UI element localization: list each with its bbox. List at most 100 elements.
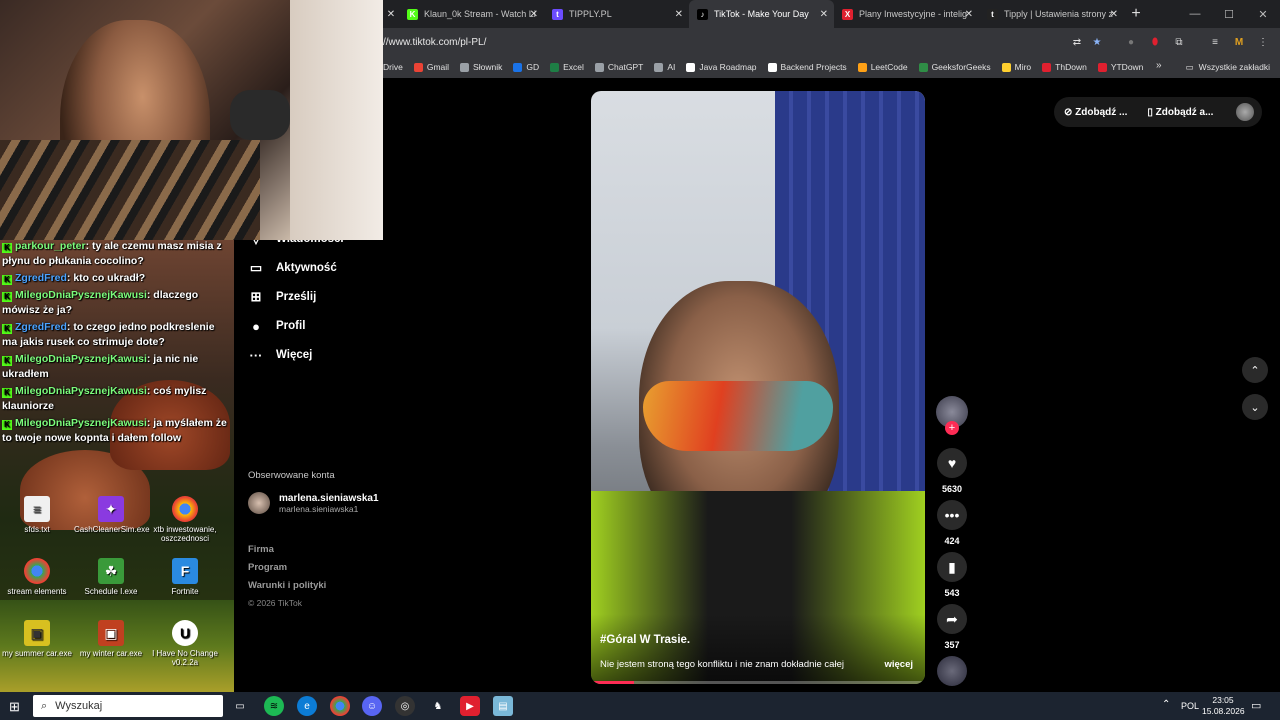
bookmark-item[interactable]: Słownik: [460, 62, 502, 72]
chat-username[interactable]: ZgredFred: [15, 321, 67, 333]
bookmark-item[interactable]: ThDown: [1042, 62, 1087, 72]
bookmark-item[interactable]: GD: [513, 62, 539, 72]
desktop-icon[interactable]: ✦ CashCleanerSim.exe: [74, 496, 150, 534]
address-bar[interactable]: //www.tiktok.com/pl-PL/ ⇄ ★ ● ⬮ ⧉ ≡ M ⋮: [383, 28, 1280, 56]
game-launcher-icon[interactable]: ♞: [428, 696, 448, 716]
footer-link-terms[interactable]: Warunki i polityki: [248, 580, 326, 591]
chat-text: kto co ukradł?: [73, 272, 146, 284]
get-coins-button[interactable]: ⊘ Zdobądź ...: [1064, 107, 1127, 118]
chat-username[interactable]: MilegoDniaPysznejKawusi: [15, 385, 147, 397]
bookmark-item[interactable]: Java Roadmap: [686, 62, 757, 72]
opera-icon[interactable]: ⬮: [1147, 34, 1163, 50]
video-progress-track[interactable]: [591, 681, 925, 684]
get-app-button[interactable]: ▯ Zdobądź a...: [1147, 107, 1213, 118]
bookmarks-overflow-icon[interactable]: »: [1156, 60, 1162, 71]
close-icon[interactable]: ✕: [820, 9, 828, 20]
bookmark-item[interactable]: Excel: [550, 62, 584, 72]
nav-item-upload[interactable]: ⊞ Prześlij: [248, 289, 317, 305]
share-button[interactable]: ➦ 357: [934, 604, 970, 650]
next-video-button[interactable]: ⌄: [1242, 394, 1268, 420]
video-player[interactable]: #Góral W Trasie. Nie jestem stroną tego …: [591, 91, 925, 684]
footer-link-company[interactable]: Firma: [248, 544, 274, 555]
video-title[interactable]: #Góral W Trasie.: [600, 634, 690, 646]
youtube-icon[interactable]: ▶: [460, 696, 480, 716]
notification-icon[interactable]: ▭: [1251, 699, 1261, 712]
avatar[interactable]: [1236, 103, 1254, 121]
close-icon[interactable]: ✕: [383, 9, 399, 20]
desktop-icon[interactable]: xtb inwestowanie, oszczednosci: [148, 496, 222, 543]
more-button[interactable]: więcej: [884, 659, 913, 670]
nav-item-profile[interactable]: ● Profil: [248, 319, 305, 334]
bookmark-item[interactable]: LeetCode: [857, 62, 908, 72]
like-button[interactable]: ♥ 5630: [934, 448, 970, 494]
close-icon[interactable]: ✕: [1110, 9, 1118, 20]
bookmark-item[interactable]: ChatGPT: [594, 62, 643, 72]
profile-avatar-icon[interactable]: M: [1231, 34, 1247, 50]
discord-icon[interactable]: ☺: [362, 696, 382, 716]
browser-tab[interactable]: X Plany Inwestycyjne - intelig ✕: [834, 0, 979, 28]
url-text[interactable]: //www.tiktok.com/pl-PL/: [383, 37, 486, 48]
chrome-icon[interactable]: [330, 696, 350, 716]
chrome-icon: [24, 558, 50, 584]
minimize-button[interactable]: —: [1178, 0, 1212, 28]
chat-username[interactable]: MilegoDniaPysznejKawusi: [15, 289, 147, 301]
bookmark-item[interactable]: YTDown: [1097, 62, 1143, 72]
bookmark-item[interactable]: Gmail: [413, 62, 449, 72]
browser-tab-bar: ✕ K Klaun_0k Stream - Watch Li ✕ t TIPPLY.PL…: [383, 0, 1280, 28]
browser-tab[interactable]: t TIPPLY.PL ✕: [544, 0, 689, 28]
extensions-puzzle-icon[interactable]: ⧉: [1171, 34, 1187, 50]
desktop-icon[interactable]: stream elements: [0, 558, 74, 596]
windows-start-icon[interactable]: ⊞: [9, 699, 20, 715]
taskbar-search[interactable]: ⌕ Wyszukaj: [33, 695, 223, 717]
bookmark-item[interactable]: Drive: [383, 62, 403, 72]
chat-username[interactable]: MilegoDniaPysznejKawusi: [15, 353, 147, 365]
translate-icon[interactable]: ⇄: [1069, 34, 1085, 50]
spotify-icon[interactable]: ≋: [264, 696, 284, 716]
browser-tab[interactable]: K Klaun_0k Stream - Watch Li ✕: [399, 0, 544, 28]
tray-overflow-icon[interactable]: ⌃: [1162, 699, 1170, 710]
desktop-icon[interactable]: F Fortnite: [148, 558, 222, 596]
save-button[interactable]: ▮ 543: [934, 552, 970, 598]
chat-username[interactable]: parkour_peter: [15, 240, 86, 252]
desktop-icon[interactable]: ▣ my summer car.exe: [0, 620, 74, 658]
desktop-icon[interactable]: ▣ my winter car.exe: [74, 620, 148, 658]
browser-tab[interactable]: t Tipply | Ustawienia strony z ✕: [979, 0, 1124, 28]
comment-button[interactable]: ••• 424: [934, 500, 970, 546]
nav-item-more[interactable]: ··· Więcej: [248, 348, 313, 363]
bookmark-star-icon[interactable]: ★: [1089, 34, 1105, 50]
follow-plus-icon[interactable]: +: [945, 421, 959, 435]
chat-username[interactable]: ZgredFred: [15, 272, 67, 284]
language-indicator[interactable]: POL: [1181, 701, 1199, 711]
bookmark-item[interactable]: GeeksforGeeks: [918, 62, 991, 72]
all-bookmarks-folder[interactable]: ▭ Wszystkie zakładki: [1186, 56, 1270, 78]
close-icon[interactable]: ✕: [965, 9, 973, 20]
followed-account[interactable]: marlena.sieniawska1 marlena.sieniawska1: [248, 492, 379, 514]
close-icon[interactable]: ✕: [530, 9, 538, 20]
close-icon[interactable]: ✕: [675, 9, 683, 20]
desktop-icon[interactable]: ☘ Schedule I.exe: [74, 558, 148, 596]
avatar: [248, 492, 270, 514]
extension-icon[interactable]: ●: [1123, 34, 1139, 50]
new-tab-button[interactable]: +: [1124, 5, 1148, 23]
bookmark-item[interactable]: AI: [654, 62, 675, 72]
desktop-icon[interactable]: U I Have No Change v0.2.2a: [148, 620, 222, 667]
edge-icon[interactable]: e: [297, 696, 317, 716]
music-disc[interactable]: [934, 656, 970, 686]
footer-link-program[interactable]: Program: [248, 562, 287, 573]
kebab-menu-icon[interactable]: ⋮: [1255, 34, 1271, 50]
creator-avatar[interactable]: +: [934, 396, 970, 435]
chat-username[interactable]: MilegoDniaPysznejKawusi: [15, 417, 147, 429]
clock[interactable]: 23:05 15.08.2026: [1202, 695, 1245, 717]
obs-icon[interactable]: ◎: [395, 696, 415, 716]
notepad-icon[interactable]: ▤: [493, 696, 513, 716]
desktop-icon[interactable]: ≡ sfds.txt: [0, 496, 74, 534]
bookmark-item[interactable]: Backend Projects: [767, 62, 847, 72]
bookmark-item[interactable]: Miro: [1001, 62, 1031, 72]
previous-video-button[interactable]: ⌃: [1242, 357, 1268, 383]
window-close-button[interactable]: ✕: [1246, 0, 1280, 28]
browser-tab[interactable]: ♪ TikTok - Make Your Day ✕: [689, 0, 834, 28]
nav-item-activity[interactable]: ▭ Aktywność: [248, 260, 337, 276]
maximize-button[interactable]: ☐: [1212, 0, 1246, 28]
media-icon[interactable]: ≡: [1207, 34, 1223, 50]
task-view-icon[interactable]: ▭: [230, 696, 250, 716]
